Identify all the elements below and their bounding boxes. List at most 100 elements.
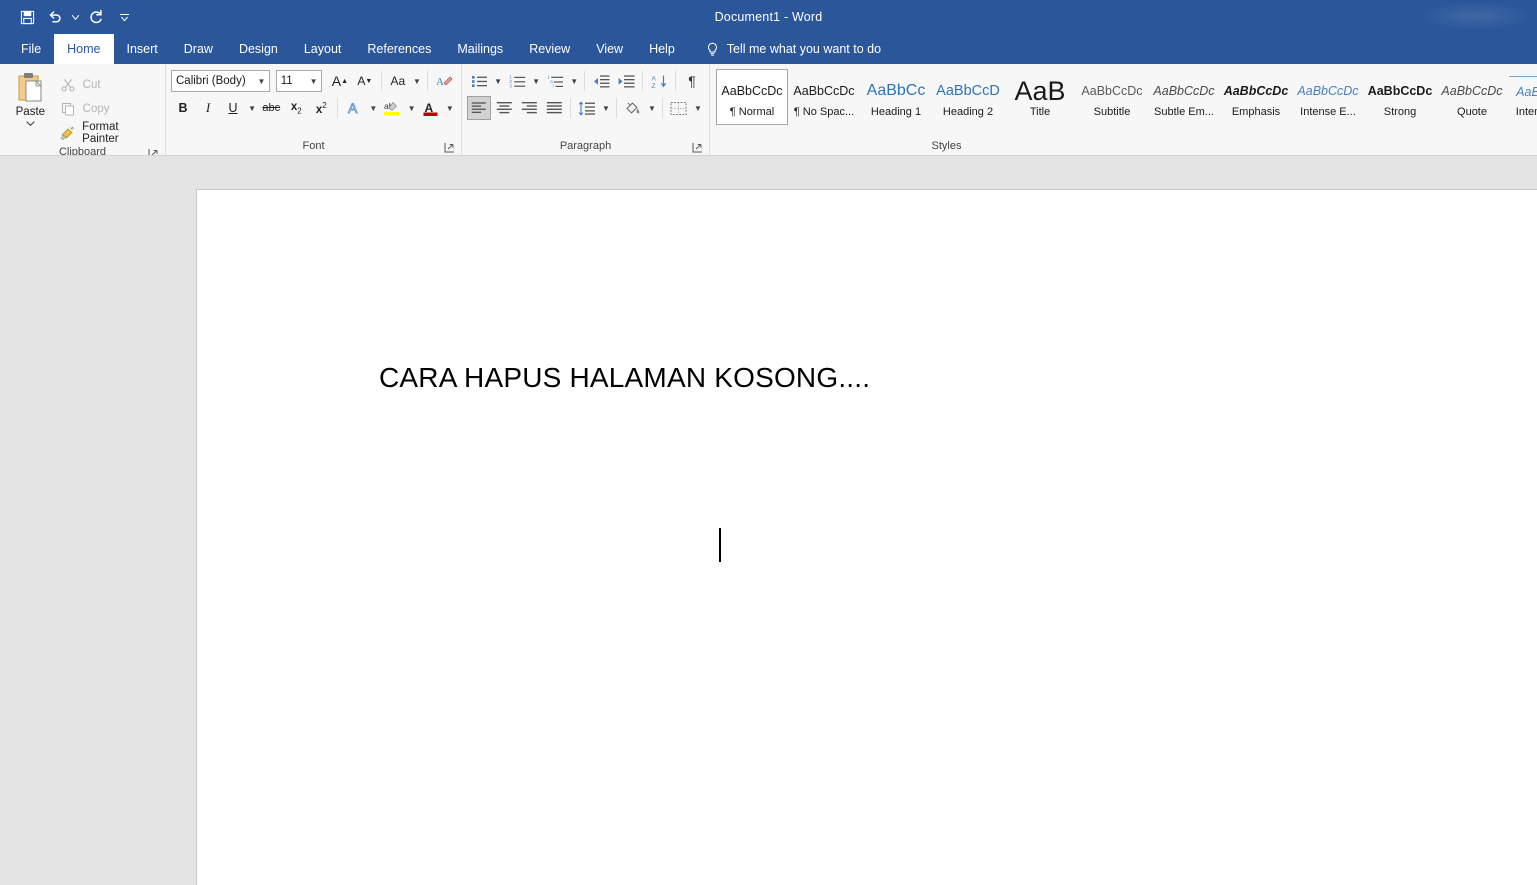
svg-text:A: A	[348, 100, 358, 116]
font-color-button[interactable]: A	[419, 96, 443, 120]
undo-button[interactable]	[42, 4, 68, 30]
tab-help[interactable]: Help	[636, 34, 688, 64]
clear-formatting-button[interactable]: A	[432, 69, 456, 93]
clipboard-dialog-launcher[interactable]	[147, 148, 159, 155]
italic-button[interactable]: I	[196, 96, 220, 120]
ribbon-group-paragraph: ▼ 1 2 3 ▼ 1 a i ▼ A Z ¶ ▼ ▼ ▼ Paragraph	[462, 64, 710, 155]
text-highlight-dropdown-icon[interactable]: ▼	[405, 96, 417, 120]
underline-button[interactable]: U	[221, 96, 245, 120]
font-color-dropdown-icon[interactable]: ▼	[444, 96, 456, 120]
customize-qat-button[interactable]	[119, 4, 130, 30]
tab-review[interactable]: Review	[516, 34, 583, 64]
align-right-button[interactable]	[517, 96, 541, 120]
multilevel-list-dropdown-icon[interactable]: ▼	[568, 69, 580, 93]
style-label: Strong	[1383, 106, 1417, 118]
line-spacing-dropdown-icon[interactable]: ▼	[600, 96, 612, 120]
style-intense-emphasis[interactable]: AaBbCcDc Intense E...	[1292, 69, 1364, 125]
paste-dropdown-icon[interactable]	[26, 119, 35, 127]
borders-button[interactable]	[667, 96, 691, 120]
change-case-button[interactable]: Aa	[386, 69, 410, 93]
tab-file[interactable]: File	[8, 34, 54, 64]
style-subtitle[interactable]: AaBbCcDc Subtitle	[1076, 69, 1148, 125]
multilevel-list-button[interactable]: 1 a i	[543, 69, 567, 93]
shading-button[interactable]	[621, 96, 645, 120]
grow-font-button[interactable]: A ▲	[328, 69, 352, 93]
tab-view[interactable]: View	[583, 34, 636, 64]
paste-button[interactable]: Paste	[5, 69, 56, 127]
style-subtle-emphasis[interactable]: AaBbCcDc Subtle Em...	[1148, 69, 1220, 125]
tell-me-search[interactable]: Tell me what you want to do	[688, 34, 881, 64]
style-label: Quote	[1457, 106, 1487, 118]
numbering-dropdown-icon[interactable]: ▼	[530, 69, 542, 93]
scissors-icon	[60, 77, 77, 94]
subscript-button[interactable]: x2	[284, 96, 308, 120]
style-heading-2[interactable]: AaBbCcD Heading 2	[932, 69, 1004, 125]
styles-gallery[interactable]: AaBbCcDc ¶ Normal AaBbCcDc ¶ No Spac... …	[710, 67, 1537, 125]
style-preview: AaBbCcDc	[1081, 84, 1143, 98]
style-intense-quote[interactable]: AaB Inten	[1508, 69, 1537, 125]
format-painter-button[interactable]: Format Painter	[56, 121, 160, 145]
style-title[interactable]: AaB Title	[1004, 69, 1076, 125]
borders-dropdown-icon[interactable]: ▼	[692, 96, 704, 120]
superscript-button[interactable]: x2	[309, 96, 333, 120]
font-dialog-launcher[interactable]	[443, 142, 455, 154]
window-controls-region[interactable]	[1421, 2, 1531, 30]
style-heading-1[interactable]: AaBbCc Heading 1	[860, 69, 932, 125]
tab-draw[interactable]: Draw	[171, 34, 226, 64]
tab-mailings[interactable]: Mailings	[444, 34, 516, 64]
font-size-input[interactable]: 11 ▼	[275, 70, 323, 92]
lightbulb-icon	[706, 42, 719, 57]
style-preview: AaB	[1014, 76, 1066, 106]
tab-design[interactable]: Design	[226, 34, 291, 64]
document-body-text[interactable]: CARA HAPUS HALAMAN KOSONG....	[379, 362, 870, 394]
style-emphasis[interactable]: AaBbCcDc Emphasis	[1220, 69, 1292, 125]
font-family-input[interactable]: Calibri (Body) ▼	[171, 70, 270, 92]
shrink-font-button[interactable]: A ▼	[353, 69, 377, 93]
font-size-dropdown-icon[interactable]: ▼	[306, 77, 321, 86]
change-case-dropdown-icon[interactable]: ▼	[411, 69, 423, 93]
decrease-indent-button[interactable]	[589, 69, 613, 93]
tab-insert[interactable]: Insert	[114, 34, 171, 64]
line-spacing-button[interactable]	[575, 96, 599, 120]
bullets-button[interactable]	[467, 69, 491, 93]
tab-references[interactable]: References	[354, 34, 444, 64]
strikethrough-button[interactable]: abc	[259, 96, 283, 120]
style-strong[interactable]: AaBbCcDc Strong	[1364, 69, 1436, 125]
sort-button[interactable]: A Z	[647, 69, 671, 93]
font-family-dropdown-icon[interactable]: ▼	[254, 77, 269, 86]
text-effects-button[interactable]: A	[342, 96, 366, 120]
svg-text:A: A	[651, 75, 656, 82]
increase-indent-button[interactable]	[614, 69, 638, 93]
show-formatting-marks-button[interactable]: ¶	[680, 69, 704, 93]
tab-layout[interactable]: Layout	[291, 34, 355, 64]
text-effects-dropdown-icon[interactable]: ▼	[367, 96, 379, 120]
style-preview: AaBbCcDc	[1441, 84, 1503, 98]
bullets-dropdown-icon[interactable]: ▼	[492, 69, 504, 93]
save-button[interactable]	[14, 4, 40, 30]
style-label: Subtle Em...	[1154, 106, 1214, 118]
align-center-button[interactable]	[492, 96, 516, 120]
text-highlight-color-button[interactable]: ab	[380, 96, 404, 120]
cut-button[interactable]: Cut	[56, 74, 160, 96]
style-label: Intense E...	[1300, 106, 1356, 118]
underline-dropdown-icon[interactable]: ▼	[246, 96, 258, 120]
redo-button[interactable]	[83, 4, 109, 30]
document-page[interactable]: CARA HAPUS HALAMAN KOSONG....	[196, 189, 1537, 885]
style-no-spacing[interactable]: AaBbCcDc ¶ No Spac...	[788, 69, 860, 125]
style-preview: AaBbCcD	[936, 83, 1000, 99]
ribbon: Paste Cut Copy Format Painter Clipboard …	[0, 64, 1537, 156]
style-quote[interactable]: AaBbCcDc Quote	[1436, 69, 1508, 125]
copy-button[interactable]: Copy	[56, 98, 160, 120]
shading-dropdown-icon[interactable]: ▼	[646, 96, 658, 120]
svg-text:i: i	[552, 83, 553, 88]
align-left-button[interactable]	[467, 96, 491, 120]
undo-dropdown-icon[interactable]	[70, 4, 81, 30]
numbering-button[interactable]: 1 2 3	[505, 69, 529, 93]
font-size-value: 11	[280, 75, 293, 87]
bold-button[interactable]: B	[171, 96, 195, 120]
justify-button[interactable]	[542, 96, 566, 120]
style-normal[interactable]: AaBbCcDc ¶ Normal	[716, 69, 788, 125]
tab-home[interactable]: Home	[54, 34, 114, 64]
paragraph-dialog-launcher[interactable]	[691, 142, 703, 154]
font-group-label: Font	[166, 138, 461, 155]
